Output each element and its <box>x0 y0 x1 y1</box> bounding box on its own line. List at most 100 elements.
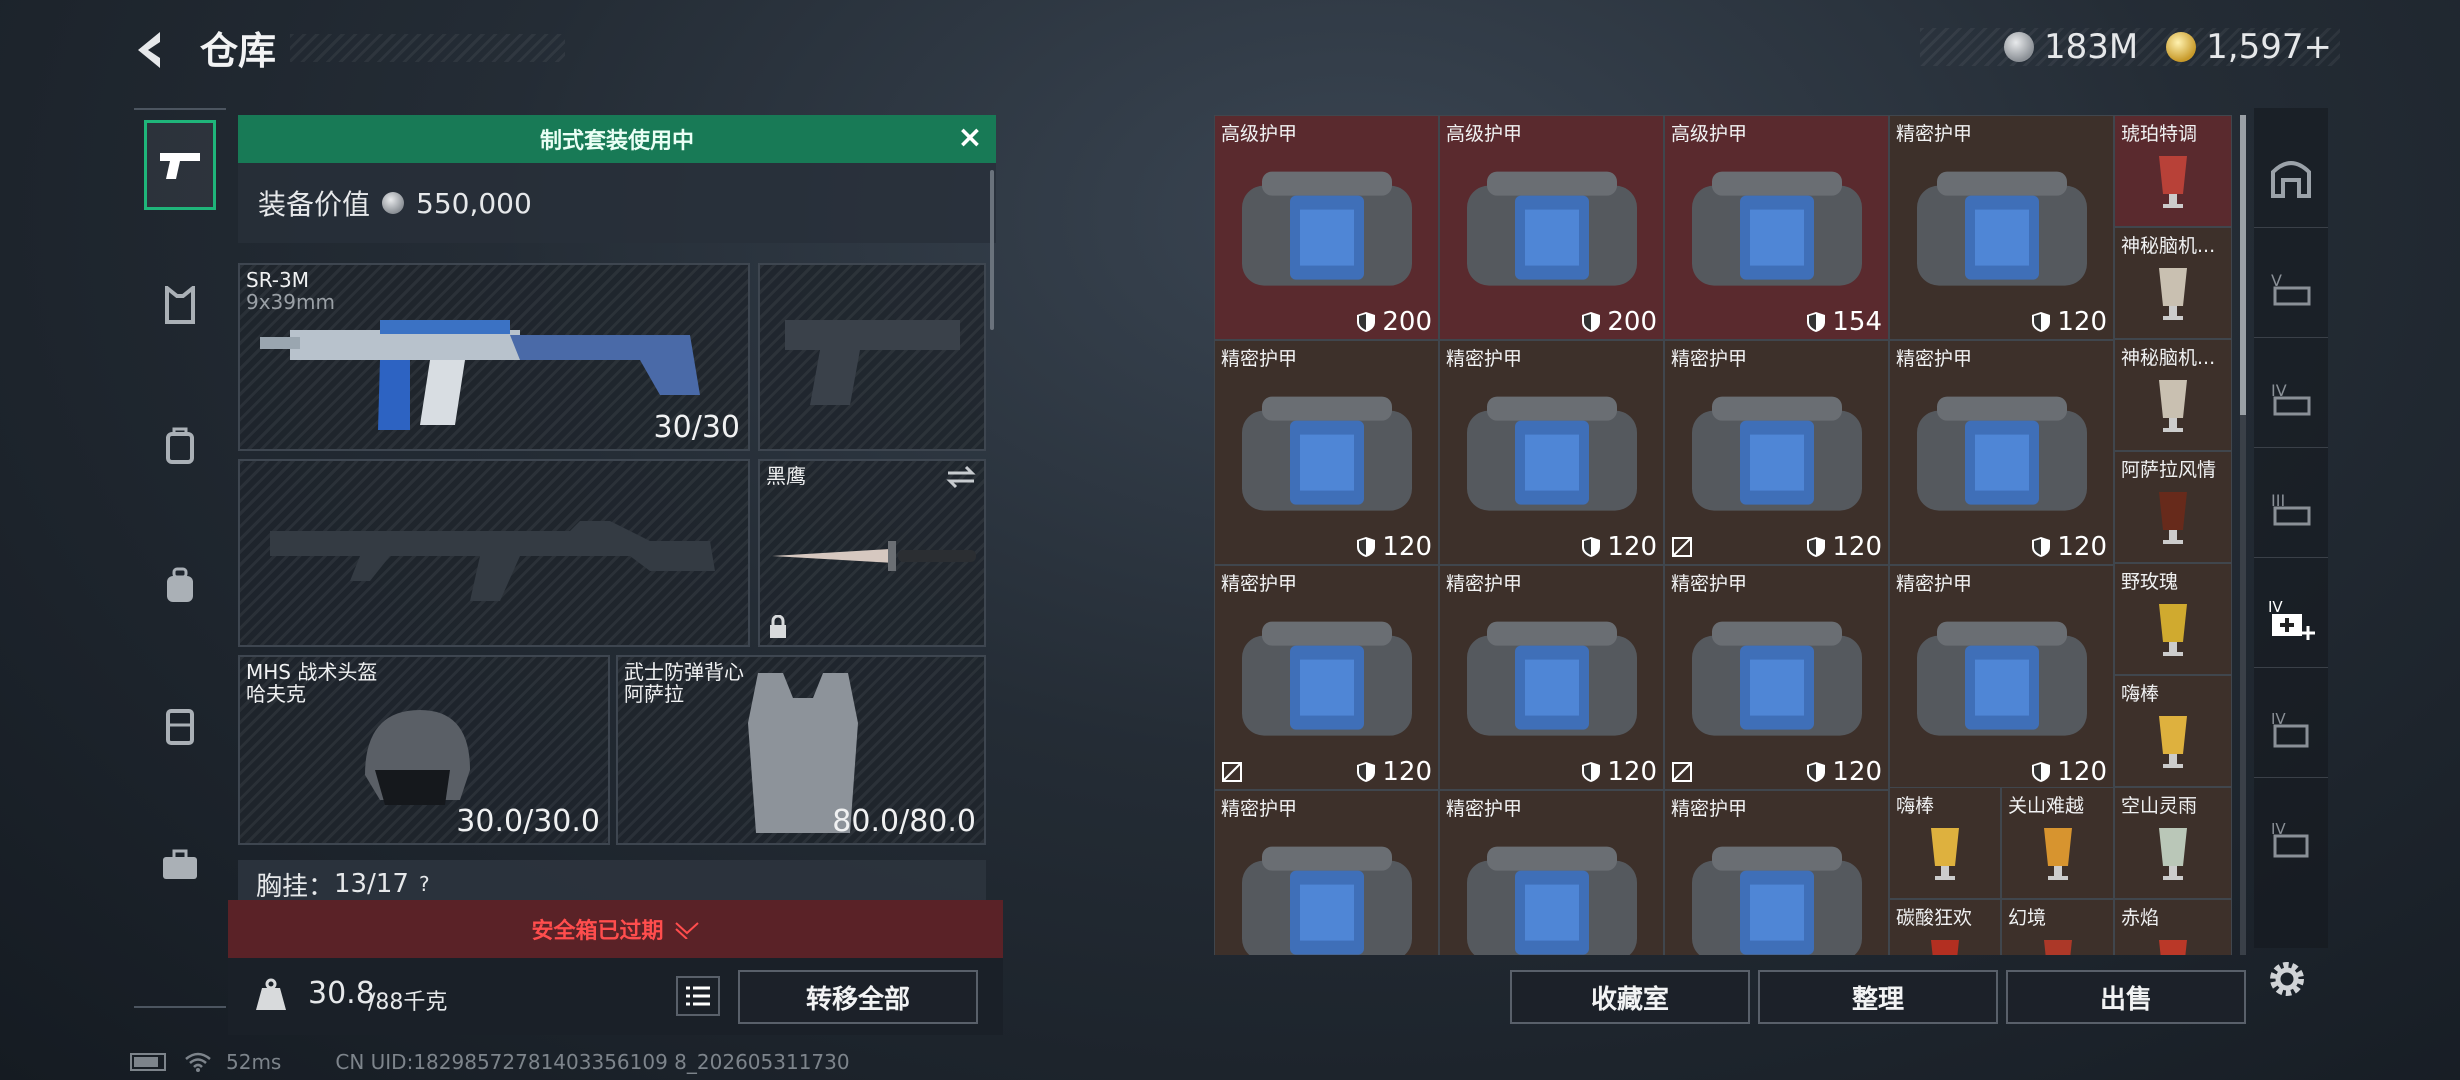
loadout-scrollbar[interactable] <box>990 170 994 330</box>
gear-icon[interactable] <box>2266 958 2308 1000</box>
armor-brand: 阿萨拉 <box>624 682 684 706</box>
item-name: 精密护甲 <box>1221 348 1298 370</box>
drink-icon <box>2159 827 2187 880</box>
secondary-weapon-slot[interactable] <box>238 459 750 647</box>
category-bag[interactable] <box>144 540 216 630</box>
armor-item-cell[interactable]: 高级护甲 154 <box>1664 115 1889 340</box>
armor-item-cell[interactable]: 精密护甲 120 <box>1889 565 2114 790</box>
consumable-item-cell[interactable]: 赤焰 <box>2114 899 2232 955</box>
durability: 120 <box>2031 757 2107 787</box>
armor-slot[interactable]: 武士防弹背心 阿萨拉 80.0/80.0 <box>616 655 986 845</box>
armor-item-cell[interactable]: 精密护甲 <box>1214 790 1439 955</box>
armor-item-cell[interactable]: 精密护甲 <box>1439 790 1664 955</box>
shield-icon <box>1807 312 1826 332</box>
armor-item-cell[interactable]: 精密护甲 120 <box>1664 340 1889 565</box>
organize-button[interactable]: 整理 <box>1758 970 1998 1024</box>
armor-item-cell[interactable]: 精密护甲 <box>1664 790 1889 955</box>
broken-icon <box>1672 537 1692 557</box>
item-name: 精密护甲 <box>1896 123 1973 145</box>
status-bar: 52ms CN UID:18298572781403356109 8_20260… <box>130 1050 850 1074</box>
drink-icon <box>2043 827 2072 880</box>
helmet-durability: 30.0/30.0 <box>456 804 600 839</box>
transfer-all-button[interactable]: 转移全部 <box>738 970 978 1024</box>
item-name: 精密护甲 <box>1446 573 1523 595</box>
loadout-bottom-bar: 30.8 /88千克 转移全部 <box>228 958 1003 1035</box>
category-case[interactable] <box>144 820 216 910</box>
consumable-item-cell[interactable]: 琥珀特调 <box>2114 115 2232 227</box>
consumable-item-cell[interactable]: 嗨棒 <box>2114 675 2232 787</box>
helmet-slot[interactable]: MHS 战术头盔 哈夫克 30.0/30.0 <box>238 655 610 845</box>
armor-bag-icon <box>1916 171 2087 286</box>
sidearm-slot[interactable] <box>758 263 986 451</box>
durability-value: 200 <box>1382 307 1432 337</box>
storage-tab-main[interactable] <box>2254 128 2328 228</box>
silver-coin-icon <box>382 192 405 214</box>
kit-in-use-label: 制式套装使用中 <box>539 129 694 154</box>
armor-item-cell[interactable]: 精密护甲 120 <box>1889 115 2114 340</box>
storage-tab-iv-c[interactable]: IV <box>2254 788 2328 888</box>
secure-case-expired-bar[interactable]: 安全箱已过期 <box>228 900 1003 958</box>
durability: 120 <box>2031 307 2107 337</box>
consumable-item-cell[interactable]: 碳酸狂欢 <box>1889 899 2001 955</box>
collection-room-button[interactable]: 收藏室 <box>1510 970 1750 1024</box>
armor-bag-icon <box>1691 396 1862 511</box>
back-arrow-icon[interactable] <box>130 28 174 72</box>
consumable-item-cell[interactable]: 空山灵雨 <box>2114 787 2232 899</box>
silver-coin-icon <box>2003 32 2034 62</box>
drink-icon <box>2159 715 2187 768</box>
armor-name: 武士防弹背心 <box>624 660 744 684</box>
storage-tab-v[interactable]: V <box>2254 238 2328 338</box>
consumable-item-cell[interactable]: 嗨棒 <box>1889 787 2001 899</box>
grid-scroll-thumb[interactable] <box>2240 115 2246 415</box>
armor-item-cell[interactable]: 高级护甲 200 <box>1439 115 1664 340</box>
armor-item-cell[interactable]: 精密护甲 120 <box>1439 565 1664 790</box>
consumable-item-cell[interactable]: 神秘脑机... <box>2114 339 2232 451</box>
armor-bag-icon <box>1241 171 1412 286</box>
chest-rig-label: 胸挂： <box>256 871 335 902</box>
consumable-item-cell[interactable]: 神秘脑机... <box>2114 227 2232 339</box>
shield-icon <box>1807 537 1826 557</box>
consumable-item-cell[interactable]: 阿萨拉风情 <box>2114 451 2232 563</box>
durability-value: 120 <box>1607 757 1657 787</box>
armor-item-cell[interactable]: 精密护甲 120 <box>1439 340 1664 565</box>
storage-iii-icon: III <box>2271 491 2311 525</box>
category-backpack[interactable] <box>144 400 216 490</box>
storage-tab-iv[interactable]: IV <box>2254 348 2328 448</box>
shield-icon <box>2032 762 2051 782</box>
item-name: 阿萨拉风情 <box>2121 459 2217 481</box>
consumable-item-cell[interactable]: 野玫瑰 <box>2114 563 2232 675</box>
armor-item-cell[interactable]: 高级护甲 200 <box>1214 115 1439 340</box>
kit-in-use-banner: 制式套装使用中 × <box>238 115 996 163</box>
swap-icon[interactable] <box>946 465 976 489</box>
armor-bag-icon <box>1691 171 1862 286</box>
storage-category-rail: V IV III IV IV IV <box>2254 108 2328 948</box>
armor-item-cell[interactable]: 精密护甲 120 <box>1214 565 1439 790</box>
consumable-item-cell[interactable]: 幻境 <box>2001 899 2114 955</box>
gold-amount[interactable]: 1,597+ <box>2206 27 2332 67</box>
list-button[interactable] <box>676 976 720 1016</box>
rifle-placeholder-icon <box>270 521 715 601</box>
durability-value: 120 <box>1607 532 1657 562</box>
category-weapons[interactable] <box>144 120 216 210</box>
armor-item-cell[interactable]: 精密护甲 120 <box>1889 340 2114 565</box>
durability: 200 <box>1356 307 1432 337</box>
storage-tab-medical[interactable]: IV <box>2254 568 2328 668</box>
help-icon[interactable]: ? <box>419 872 430 896</box>
sell-button[interactable]: 出售 <box>2006 970 2246 1024</box>
melee-slot[interactable]: 黑鹰 <box>758 459 986 647</box>
consumable-item-cell[interactable]: 关山难越 <box>2001 787 2114 899</box>
primary-weapon-slot[interactable]: SR-3M 9x39mm 30/30 <box>238 263 750 451</box>
category-rail <box>134 108 226 1008</box>
durability: 120 <box>1581 757 1657 787</box>
storage-tab-iv-b[interactable]: IV <box>2254 678 2328 778</box>
category-armor-rig[interactable] <box>144 260 216 350</box>
category-container[interactable] <box>144 680 216 770</box>
durability: 120 <box>2031 532 2107 562</box>
armor-item-cell[interactable]: 精密护甲 120 <box>1664 565 1889 790</box>
armor-bag-icon <box>1691 621 1862 736</box>
armor-item-cell[interactable]: 精密护甲 120 <box>1214 340 1439 565</box>
item-name: 精密护甲 <box>1671 798 1748 820</box>
item-name: 精密护甲 <box>1221 573 1298 595</box>
storage-tab-iii[interactable]: III <box>2254 458 2328 558</box>
close-icon[interactable]: × <box>954 123 986 155</box>
